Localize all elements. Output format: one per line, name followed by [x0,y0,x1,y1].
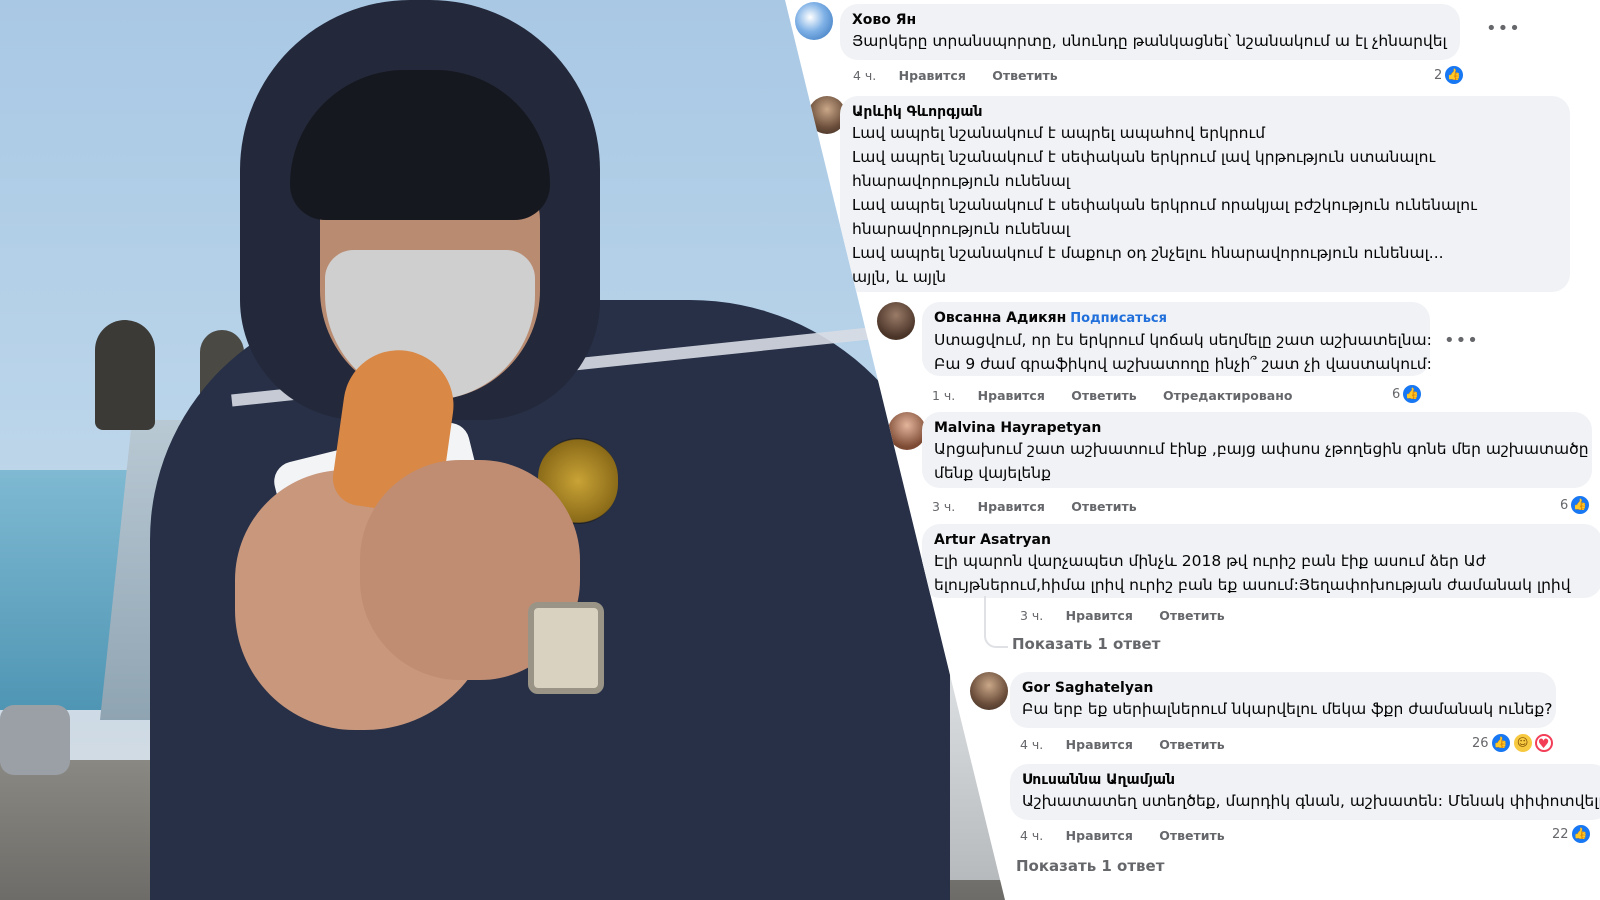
reaction-summary[interactable]: 22 👍 [1552,824,1591,844]
reaction-summary[interactable]: 2 👍 [1434,65,1465,85]
edited-label: Отредактировано [1163,388,1293,403]
reaction-count: 2 [1434,67,1443,83]
reaction-count: 6 [1560,497,1569,513]
comment-text: Բա 9 ժամ գրաֆիկով աշխատողը ինչի՞ շատ չի … [934,355,1432,373]
reaction-count: 26 [1472,735,1489,751]
like-reaction-icon: 👍 [1570,495,1591,515]
comment-text: հնարավորություն ունենալ [852,220,1070,238]
comment-time[interactable]: 1 ч. [932,388,955,403]
comment-actions: 3 ч. Нравится Ответить [932,499,1159,514]
haha-reaction-icon: ☺ [1512,733,1533,753]
reply-button[interactable]: Ответить [1071,388,1136,403]
follow-button[interactable]: Подписаться [1070,311,1167,326]
comment-text: Յարկերը տրանսպորտը, սնունդը թանկացնել՝ ն… [852,32,1447,50]
comment-text: Լավ ապրել նշանակում է սեփական երկրում լա… [852,148,1436,166]
like-reaction-icon: 👍 [1402,384,1423,404]
comment-actions: 4 ч. Нравится Ответить [853,68,1080,83]
more-options-icon[interactable]: ••• [1444,330,1479,351]
like-button[interactable]: Нравится [1066,608,1133,623]
like-reaction-icon: 👍 [1570,824,1591,844]
reply-button[interactable]: Ответить [1159,737,1224,752]
comment-text: Լավ ապրել նշանակում է մաքուր օդ շնչելու … [852,244,1444,262]
comment-text: մենք վայելենք [934,464,1051,482]
comment-text: այլն, և այլն [852,268,947,286]
comment-text: Աշխատատեղ ստեղծեք, մարդիկ գնան, աշխատեն:… [1022,792,1600,810]
reply-button[interactable]: Ответить [1159,828,1224,843]
comment-time[interactable]: 3 ч. [1020,608,1043,623]
reaction-summary[interactable]: 26 👍 ☺ ♥ [1472,733,1553,753]
comment-text: Լավ ապրել նշանակում է ապրել ապահով երկրո… [852,124,1266,142]
show-replies-link[interactable]: Показать 1 ответ [1012,635,1160,653]
comment-time[interactable]: 3 ч. [932,499,955,514]
commenter-name[interactable]: Gor Saghatelyan [1022,679,1544,697]
like-reaction-icon: 👍 [1490,733,1511,753]
comment-actions: 4 ч. Нравится Ответить [1020,737,1247,752]
comment-text: Լավ ապրել նշանակում է սեփական երկրում որ… [852,196,1477,214]
like-button[interactable]: Нравится [978,499,1045,514]
like-button[interactable]: Нравится [978,388,1045,403]
comment-text: Էլի պարոն վարչապետ մինչև 2018 թվ ուրիշ բ… [934,552,1486,570]
comment-actions: 4 ч. Нравится Ответить [1020,828,1247,843]
reaction-count: 6 [1392,386,1401,402]
more-options-icon[interactable]: ••• [1486,18,1521,39]
reaction-summary[interactable]: 6 👍 [1560,495,1591,515]
comment-bubble: Gor Saghatelyan Բա երբ եք սերիալներում ն… [1010,672,1556,728]
avatar[interactable] [970,672,1008,710]
like-button[interactable]: Нравится [899,68,966,83]
comment-time[interactable]: 4 ч. [853,68,876,83]
avatar[interactable] [888,412,926,450]
commenter-name[interactable]: Malvina Hayrapetyan [934,419,1580,437]
man-eating-pastry [60,0,950,900]
comment-bubble: Artur Asatryan Էլի պարոն վարչապետ մինչև … [922,524,1600,598]
like-button[interactable]: Нравится [1066,737,1133,752]
comment-time[interactable]: 4 ч. [1020,737,1043,752]
comment-text: ելույթներում,հիմա լրիվ ուրիշ բան եք ասու… [934,576,1571,594]
reaction-count: 22 [1552,826,1569,842]
commenter-name: Овсанна Адикян Подписаться [934,309,1418,328]
like-button[interactable]: Нравится [1066,828,1133,843]
comment-bubble: Хово Ян Յարկերը տրանսպորտը, սնունդը թանկ… [840,4,1460,60]
comment-bubble: Malvina Hayrapetyan Արցախում շատ աշխատու… [922,412,1592,488]
reply-button[interactable]: Ответить [1159,608,1224,623]
like-reaction-icon: 👍 [1444,65,1465,85]
commenter-name[interactable]: Artur Asatryan [934,531,1590,549]
show-replies-link[interactable]: Показать 1 ответ [1016,857,1164,875]
commenter-name[interactable]: Սուսաննա Աղամյան [1022,771,1598,789]
comment-bubble: Սուսաննա Աղամյան Աշխատատեղ ստեղծեք, մարդ… [1010,764,1600,820]
reply-thread-line [984,596,1008,648]
comment-actions: 1 ч. Нравится Ответить Отредактировано [932,388,1314,403]
comment-text: Արցախում շատ աշխատում էինք ,բայց ափսոս չ… [934,440,1589,458]
comment-text: Բա երբ եք սերիալներում նկարվելու մեկա ֆք… [1022,700,1553,718]
comment-bubble: Овсанна Адикян Подписаться Ստացվում, որ է… [922,302,1432,376]
commenter-name[interactable]: Хово Ян [852,11,1448,29]
wristwatch [528,602,604,694]
comment-bubble: Արևիկ Գևորգյան Լավ ապրել նշանակում է ապր… [840,96,1570,292]
reply-button[interactable]: Ответить [1071,499,1136,514]
commenter-name-link[interactable]: Овсанна Адикян [934,310,1066,326]
care-reaction-icon: ♥ [1534,734,1553,752]
avatar[interactable] [877,302,915,340]
comment-actions: 3 ч. Нравится Ответить [1020,608,1247,623]
comment-text: Ստացվում, որ էս երկրում կոճակ սեղմելը շա… [934,331,1432,349]
avatar[interactable] [795,2,833,40]
reply-button[interactable]: Ответить [992,68,1057,83]
reaction-summary[interactable]: 6 👍 [1392,384,1423,404]
commenter-name[interactable]: Արևիկ Գևորգյան [852,103,1558,121]
comment-time[interactable]: 4 ч. [1020,828,1043,843]
comment-text: հնարավորություն ունենալ [852,172,1070,190]
